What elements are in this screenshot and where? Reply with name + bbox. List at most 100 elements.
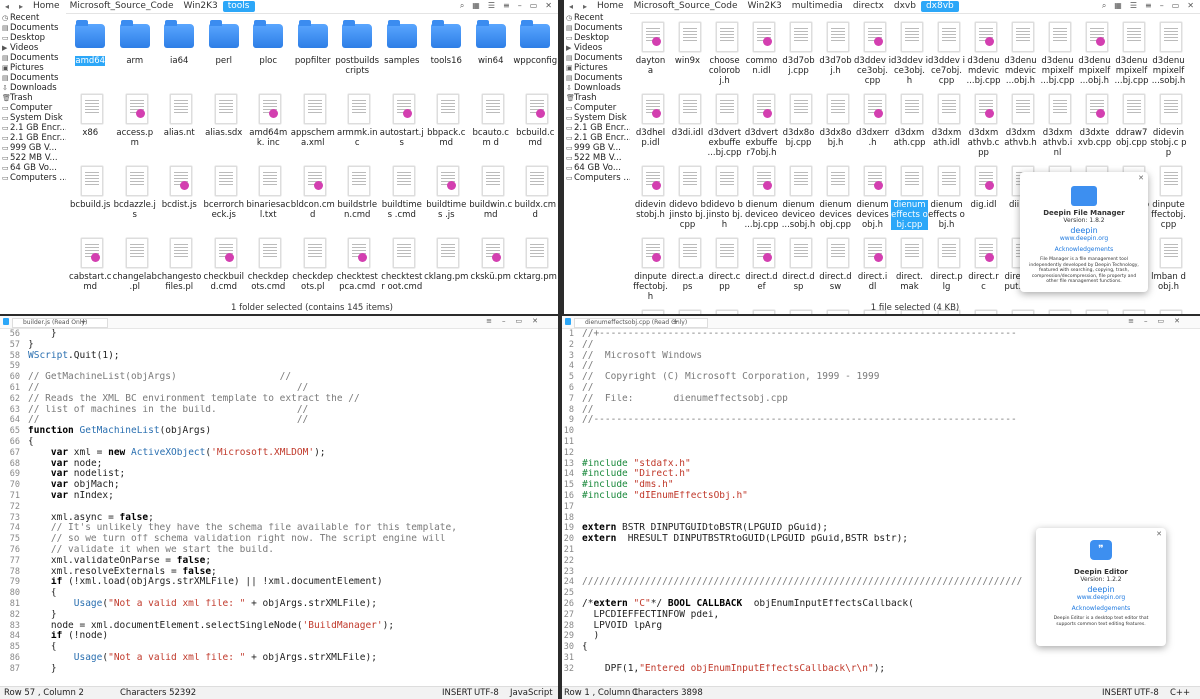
sidebar-item[interactable]: ▭Desktop bbox=[564, 33, 630, 43]
file-item[interactable]: checkbuil d.cmd bbox=[202, 230, 247, 302]
file-item[interactable]: d3dvert exbuffe r7obj.h bbox=[743, 86, 780, 158]
sidebar-item[interactable]: ▭2.1 GB Encr... bbox=[564, 123, 630, 133]
file-item[interactable]: dienum devices obj.cpp bbox=[817, 158, 854, 230]
file-item[interactable]: autostart.j s bbox=[380, 86, 425, 158]
close-icon[interactable]: ✕ bbox=[1156, 530, 1162, 538]
file-item[interactable]: d3denu mdevic ...bj.cpp bbox=[965, 14, 1002, 86]
sidebar-item[interactable]: ▤Documents bbox=[0, 73, 66, 83]
file-item[interactable]: buildtimes .cmd bbox=[380, 158, 425, 230]
file-item[interactable]: d3denu mpixelf ...bj.cpp bbox=[1039, 14, 1076, 86]
file-item[interactable]: dienum deviceo ...sobj.h bbox=[780, 158, 817, 230]
sidebar-item[interactable]: ▭Computers ... bbox=[0, 173, 66, 183]
sidebar-item[interactable]: ▭Computer bbox=[0, 103, 66, 113]
tab-file[interactable]: builder.js (Read Only) bbox=[12, 318, 109, 328]
file-item[interactable]: buildx.cm d bbox=[513, 158, 558, 230]
file-item[interactable]: win64 bbox=[469, 14, 514, 86]
sidebar-item[interactable]: ▭2.1 GB Encr... bbox=[0, 133, 66, 143]
file-item[interactable]: dienum devices obj.h bbox=[854, 158, 891, 230]
tab-file[interactable]: dienumeffectsobj.cpp (Read Only) bbox=[574, 318, 709, 328]
acknowledgements-link[interactable]: Acknowledgements bbox=[1036, 605, 1166, 612]
file-item[interactable]: dinpute ffectobj.h bbox=[632, 230, 669, 302]
forward-icon[interactable]: ▸ bbox=[16, 2, 26, 12]
minimize-icon[interactable]: – bbox=[1160, 1, 1164, 11]
file-item[interactable]: x86 bbox=[68, 86, 113, 158]
sidebar-item[interactable]: ◷ Recent bbox=[564, 13, 630, 23]
back-icon[interactable]: ◂ bbox=[566, 2, 576, 12]
sidebar-item[interactable]: ▭999 GB V... bbox=[0, 143, 66, 153]
sidebar-item[interactable]: ▭999 GB V... bbox=[564, 143, 630, 153]
breadcrumb-item[interactable]: directx bbox=[848, 1, 889, 12]
file-item[interactable]: d3denu mpixelf ...sobj.h bbox=[1150, 14, 1187, 86]
file-item[interactable]: d3dhel p.idl bbox=[632, 86, 669, 158]
file-item[interactable]: bcdist.js bbox=[157, 158, 202, 230]
file-item[interactable]: d3ddev ice3obj. cpp bbox=[854, 14, 891, 86]
file-item[interactable]: ploc bbox=[246, 14, 291, 86]
file-item[interactable]: popfilter bbox=[291, 14, 336, 86]
file-item[interactable]: direct.p lg bbox=[928, 230, 965, 302]
menu-icon[interactable]: ≡ bbox=[1145, 1, 1152, 11]
file-item[interactable]: lmban dobj.h bbox=[1150, 230, 1187, 302]
file-item[interactable]: buildtimes .js bbox=[424, 158, 469, 230]
file-item[interactable]: dienum deviceo ...bj.cpp bbox=[743, 158, 780, 230]
file-item[interactable]: dig.idl bbox=[965, 158, 1002, 230]
file-item[interactable]: d3denu mpixelf ...bj.cpp bbox=[1113, 14, 1150, 86]
file-item[interactable]: perl bbox=[202, 14, 247, 86]
file-item[interactable]: d3dx8o bj.h bbox=[817, 86, 854, 158]
sidebar-item[interactable]: ▭64 GB Vo... bbox=[564, 163, 630, 173]
file-item[interactable]: cktarg.pm bbox=[513, 230, 558, 302]
sidebar-item[interactable]: ▤Documents bbox=[564, 23, 630, 33]
website-link[interactable]: www.deepin.org bbox=[1020, 235, 1148, 242]
encoding-select[interactable]: UTF-8 bbox=[474, 687, 499, 699]
file-item[interactable]: direct.a ps bbox=[669, 230, 706, 302]
file-item[interactable]: didevin stobj.c pp bbox=[1150, 86, 1187, 158]
file-item[interactable]: wppconfig bbox=[513, 14, 558, 86]
encoding-select[interactable]: UTF-8 bbox=[1134, 687, 1159, 699]
file-item[interactable]: d3denu mpixelf ...obj.h bbox=[1076, 14, 1113, 86]
file-item[interactable]: samples bbox=[380, 14, 425, 86]
file-item[interactable]: bcbuild.c md bbox=[513, 86, 558, 158]
file-item[interactable]: tools16 bbox=[424, 14, 469, 86]
list-view-icon[interactable]: ☰ bbox=[1130, 1, 1137, 11]
breadcrumb-item[interactable]: tools bbox=[222, 1, 255, 12]
add-tab-icon[interactable]: + bbox=[80, 317, 87, 326]
file-item[interactable]: didevo bjinsto bj.h bbox=[706, 158, 743, 230]
file-item[interactable]: d3di.idl bbox=[669, 86, 706, 158]
file-item[interactable]: cklang.pm bbox=[424, 230, 469, 302]
file-item[interactable]: direct.i dl bbox=[854, 230, 891, 302]
add-tab-icon[interactable]: + bbox=[672, 317, 679, 326]
file-item[interactable]: ckskü.pm bbox=[469, 230, 514, 302]
file-item[interactable]: binariesac l.txt bbox=[246, 158, 291, 230]
grid-view-icon[interactable]: ▦ bbox=[472, 1, 480, 11]
file-item[interactable]: alias.sdx bbox=[202, 86, 247, 158]
file-item[interactable]: dienum effects obj.h bbox=[928, 158, 965, 230]
file-item[interactable]: dienum effects obj.cpp bbox=[891, 158, 928, 230]
file-item[interactable]: d3dxm ath.cpp bbox=[891, 86, 928, 158]
sidebar-item[interactable]: 🗑Trash bbox=[564, 93, 630, 103]
search-icon[interactable]: ⌕ bbox=[460, 1, 464, 11]
list-view-icon[interactable]: ☰ bbox=[488, 1, 495, 11]
file-item[interactable]: changesto files.pl bbox=[157, 230, 202, 302]
file-item[interactable]: didevin stobj.h bbox=[632, 158, 669, 230]
file-item[interactable]: ia64 bbox=[157, 14, 202, 86]
file-item[interactable]: postbuilds cripts bbox=[335, 14, 380, 86]
file-item[interactable]: direct.r c bbox=[965, 230, 1002, 302]
sidebar-item[interactable]: ▤Documents bbox=[0, 53, 66, 63]
file-item[interactable]: bcauto.cm d bbox=[469, 86, 514, 158]
file-item[interactable]: d3d7ob j.h bbox=[817, 14, 854, 86]
file-item[interactable]: checkdep ots.pl bbox=[291, 230, 336, 302]
file-item[interactable]: access.pm bbox=[113, 86, 158, 158]
sidebar-item[interactable]: ▭522 MB V... bbox=[564, 153, 630, 163]
file-item[interactable]: alias.nt bbox=[157, 86, 202, 158]
sidebar-item[interactable]: ▭Desktop bbox=[0, 33, 66, 43]
file-item[interactable]: ddraw7 obj.cpp bbox=[1113, 86, 1150, 158]
sidebar-item[interactable]: ▭2.1 GB Encr... bbox=[564, 133, 630, 143]
file-item[interactable]: dayton a bbox=[632, 14, 669, 86]
breadcrumb-item[interactable]: dx8vb bbox=[920, 1, 959, 12]
sidebar-item[interactable]: ◷ Recent bbox=[0, 13, 66, 23]
close-icon[interactable]: ✕ bbox=[1138, 174, 1144, 182]
sidebar-item[interactable]: ⇩ Downloads bbox=[0, 83, 66, 93]
file-item[interactable]: appschem a.xml bbox=[291, 86, 336, 158]
insert-mode[interactable]: INSERT bbox=[1102, 687, 1132, 699]
file-item[interactable]: checkdep ots.cmd bbox=[246, 230, 291, 302]
file-item[interactable]: direct.d ef bbox=[743, 230, 780, 302]
